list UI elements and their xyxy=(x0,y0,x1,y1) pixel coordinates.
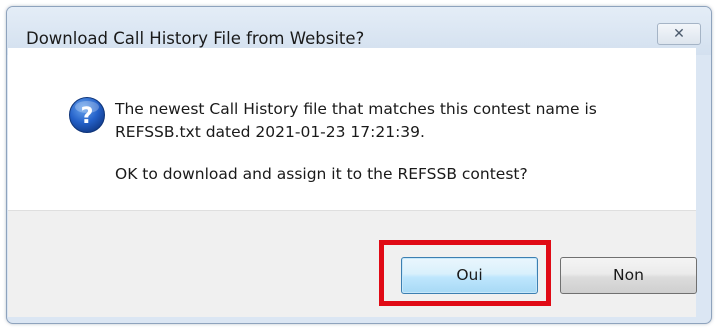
message-line: OK to download and assign it to the REFS… xyxy=(115,165,528,183)
svg-text:?: ? xyxy=(81,104,94,129)
close-icon: ✕ xyxy=(673,26,685,42)
highlight-annotation xyxy=(379,240,551,306)
message-line: The newest Call History file that matche… xyxy=(115,100,597,118)
message-line: REFSSB.txt dated 2021-01-23 17:21:39. xyxy=(115,123,425,141)
dialog-title: Download Call History File from Website? xyxy=(26,29,365,48)
message-spacer xyxy=(115,144,597,163)
no-button[interactable]: Non xyxy=(560,257,697,294)
close-button[interactable]: ✕ xyxy=(657,23,701,45)
dialog-message: The newest Call History file that matche… xyxy=(115,98,597,186)
question-icon: ? xyxy=(69,97,105,133)
